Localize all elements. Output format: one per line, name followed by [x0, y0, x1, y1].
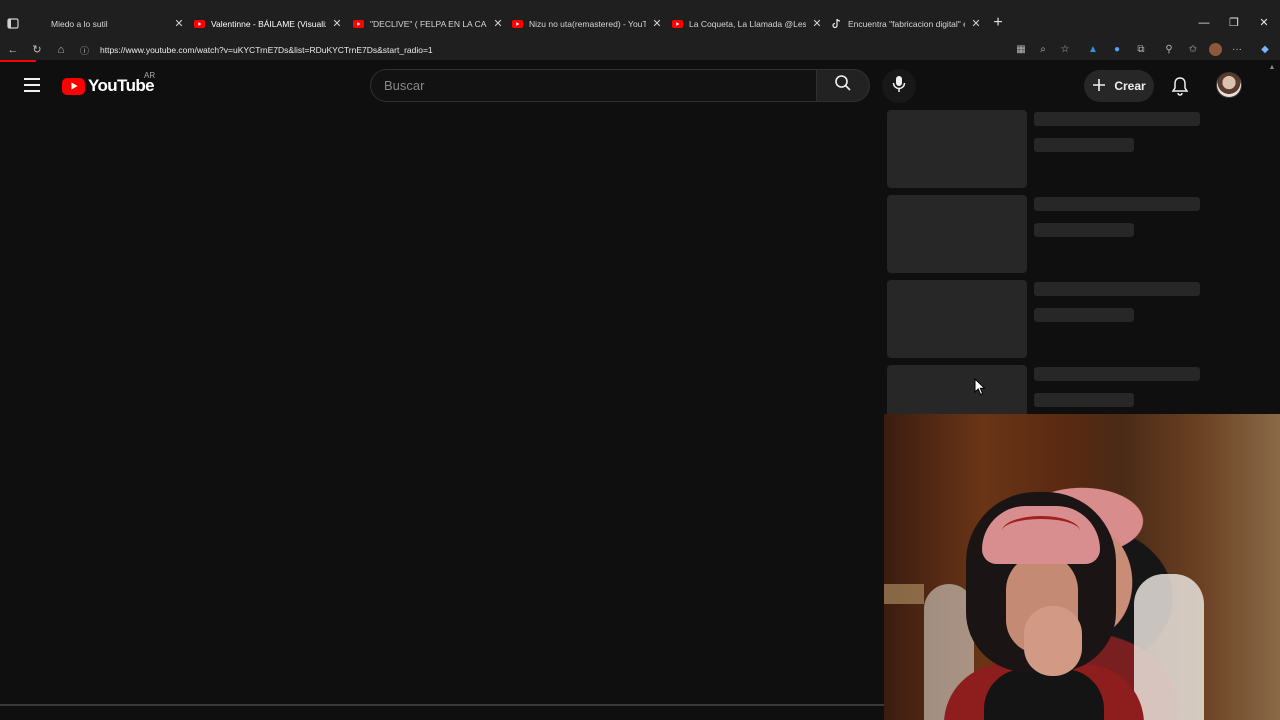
extensions-puzzle-icon[interactable]: ⚲: [1162, 42, 1176, 56]
window-close-icon[interactable]: ✕: [1250, 14, 1278, 32]
create-button[interactable]: Crear: [1084, 70, 1154, 102]
close-icon[interactable]: ✕: [172, 17, 186, 30]
tab-title: Miedo a lo sutil: [51, 18, 108, 29]
minimize-icon[interactable]: —: [1190, 14, 1218, 32]
tab-actions-icon[interactable]: [4, 14, 22, 32]
favorites-icon[interactable]: ✩: [1186, 42, 1200, 56]
tiktok-icon: [831, 18, 842, 29]
search-icon: [834, 74, 852, 97]
browser-tab-strip: Miedo a lo sutil ✕ Valentinne - BÁILAME …: [0, 0, 1280, 40]
gaming-chair: [1134, 574, 1204, 720]
close-icon[interactable]: ✕: [969, 17, 983, 30]
skeleton-meta-line: [1034, 308, 1134, 322]
reload-icon[interactable]: ↻: [29, 42, 45, 58]
voice-search-button[interactable]: [882, 69, 916, 103]
close-icon[interactable]: ✕: [650, 17, 664, 30]
person-hand: [1024, 606, 1082, 676]
youtube-masthead: YouTube AR Crear: [0, 62, 1280, 108]
youtube-icon: [353, 18, 364, 29]
tab-title: Valentinne - BÁILAME (Visualizer): [211, 18, 326, 29]
hamburger-menu-icon[interactable]: [20, 73, 44, 97]
copilot-icon[interactable]: ◆: [1258, 42, 1272, 56]
skeleton-meta-line: [1034, 223, 1134, 237]
favorite-star-icon[interactable]: ☆: [1058, 42, 1072, 56]
browser-tab[interactable]: "DECLIVE" ( FELPA EN LA CASA, e ✕: [353, 14, 505, 33]
youtube-icon: [672, 18, 683, 29]
profile-icon[interactable]: [1208, 42, 1222, 56]
recommendation-skeleton: [887, 280, 1207, 360]
restore-icon[interactable]: ❐: [1220, 14, 1248, 32]
browser-tab[interactable]: Nizu no uta(remastered) - YouTu ✕: [512, 14, 664, 33]
search-bar: [370, 69, 870, 102]
tab-title: "DECLIVE" ( FELPA EN LA CASA, e: [370, 18, 487, 29]
extension-icon[interactable]: ▲: [1086, 42, 1100, 56]
notifications-bell-icon[interactable]: [1168, 74, 1192, 98]
video-player-placeholder: [0, 108, 884, 704]
skeleton-thumbnail: [887, 110, 1027, 188]
tab-title: Encuentra "fabricacion digital" en: [848, 18, 965, 29]
home-icon[interactable]: ⌂: [53, 42, 69, 58]
search-input[interactable]: [370, 69, 816, 102]
browser-tab-active[interactable]: Valentinne - BÁILAME (Visualizer) ✕: [194, 14, 344, 33]
tab-title: La Coqueta, La Llamada @LeslieR: [689, 18, 806, 29]
generic-page-icon: [34, 18, 45, 29]
youtube-icon: [512, 18, 523, 29]
webcam-overlay: [884, 414, 1280, 720]
app-available-icon[interactable]: ▦: [1014, 42, 1028, 56]
youtube-logo[interactable]: YouTube AR: [62, 71, 155, 96]
create-label: Crear: [1114, 79, 1146, 93]
zoom-icon[interactable]: ⌕: [1036, 42, 1050, 56]
background-decor: [884, 584, 924, 604]
address-bar[interactable]: ⓘ https://www.youtube.com/watch?v=uKYCTr…: [80, 42, 1080, 58]
skeleton-title-line: [1034, 197, 1200, 211]
browser-tab[interactable]: Encuentra "fabricacion digital" en ✕: [831, 14, 983, 33]
divider: [0, 704, 884, 706]
skeleton-title-line: [1034, 367, 1200, 381]
address-url[interactable]: https://www.youtube.com/watch?v=uKYCTrnE…: [100, 45, 433, 55]
skeleton-thumbnail: [887, 280, 1027, 358]
site-info-icon[interactable]: ⓘ: [80, 44, 94, 57]
skeleton-meta-line: [1034, 138, 1134, 152]
account-avatar[interactable]: [1216, 72, 1242, 98]
cap-graphic: [1002, 516, 1080, 546]
skeleton-title-line: [1034, 282, 1200, 296]
browser-tab[interactable]: Miedo a lo sutil ✕: [34, 14, 186, 33]
more-options-icon[interactable]: ···: [1230, 42, 1244, 56]
person-shirt-inner: [984, 669, 1104, 720]
tab-title: Nizu no uta(remastered) - YouTu: [529, 18, 646, 29]
country-code: AR: [144, 71, 156, 80]
microphone-icon: [892, 75, 906, 98]
browser-tab[interactable]: La Coqueta, La Llamada @LeslieR ✕: [672, 14, 824, 33]
close-icon[interactable]: ✕: [330, 17, 344, 30]
youtube-icon: [194, 18, 205, 29]
plus-icon: [1092, 78, 1106, 95]
skeleton-meta-line: [1034, 393, 1134, 407]
youtube-play-icon: [62, 77, 85, 95]
close-icon[interactable]: ✕: [810, 17, 824, 30]
scrollbar-up-arrow-icon[interactable]: ▲: [1268, 64, 1276, 72]
extension-icon[interactable]: ●: [1110, 42, 1124, 56]
split-screen-icon[interactable]: ⧉: [1134, 42, 1148, 56]
search-button[interactable]: [816, 69, 870, 102]
back-icon[interactable]: ←: [5, 42, 21, 58]
new-tab-button[interactable]: +: [990, 15, 1006, 31]
recommendation-skeleton: [887, 110, 1207, 190]
mouse-cursor-icon: [974, 377, 986, 396]
skeleton-thumbnail: [887, 195, 1027, 273]
recommendation-skeleton: [887, 195, 1207, 275]
close-icon[interactable]: ✕: [491, 17, 505, 30]
skeleton-title-line: [1034, 112, 1200, 126]
